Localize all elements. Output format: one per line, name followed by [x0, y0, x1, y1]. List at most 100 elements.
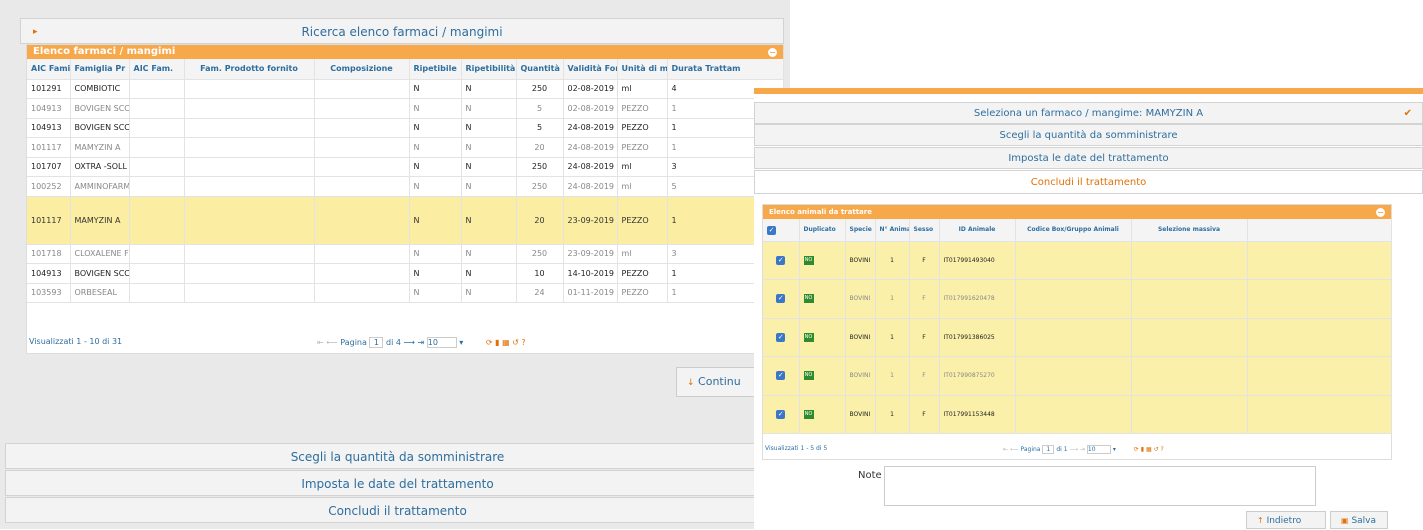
next-page-icon[interactable]: ⟶	[403, 338, 414, 347]
cell-aic: 104913	[27, 118, 71, 138]
row-checkbox[interactable]: ✓	[763, 241, 800, 280]
pager: ⇤ ⟵ Pagina 1 di 4 ⟶ ⇥ 10 ▾ ⟳ ▮ ▦ ↺ ?	[317, 337, 526, 348]
grid-icon[interactable]: ▦	[1146, 446, 1152, 453]
table-row[interactable]: 101117 MAMYZIN A N N 20 23-09-2019 PEZZO 1	[27, 196, 784, 245]
table-row[interactable]: 104913 BOVIGEN SCC N N 5 24-08-2019 PEZZO 1	[27, 118, 784, 138]
col-header[interactable]: Validità For	[563, 59, 618, 80]
table-row[interactable]: ✓ NO BOVINI 1 F IT017991153448	[763, 395, 1392, 434]
table-row[interactable]: ✓ NO BOVINI 1 F IT017991620478	[763, 279, 1392, 319]
cell-species: BOVINI	[845, 395, 876, 434]
right-dates-header[interactable]: Imposta le date del trattamento	[754, 147, 1423, 169]
table-row[interactable]: 100252 AMMINOFARM N N 250 24-08-2019 ml 5	[27, 176, 784, 197]
cell-rip: N	[409, 283, 462, 303]
collapse-icon[interactable]: −	[768, 48, 777, 57]
reset-icon[interactable]: ↺	[512, 338, 519, 347]
cell-val: 24-08-2019	[563, 137, 618, 158]
right-end-header[interactable]: Concludi il trattamento	[754, 170, 1423, 194]
col-header[interactable]: Composizione	[314, 59, 410, 80]
prev-page-icon[interactable]: ⟵	[1010, 446, 1019, 453]
table-row[interactable]: 101291 COMBIOTIC N N 250 02-08-2019 ml 4	[27, 79, 784, 99]
col-header[interactable]: AIC Fam.	[129, 59, 185, 80]
row-checkbox[interactable]: ✓	[763, 356, 800, 396]
table-row[interactable]: ✓ NO BOVINI 1 F IT017990875270	[763, 356, 1392, 396]
qty-accordion-header[interactable]: Scegli la quantità da somministrare	[5, 443, 790, 469]
page-input[interactable]: 1	[1042, 445, 1055, 454]
refresh-icon[interactable]: ⟳	[486, 338, 493, 347]
cell-empty	[314, 118, 410, 138]
animals-panel-title-label: Elenco animali da trattare	[769, 208, 872, 216]
cell-empty	[129, 157, 185, 177]
table-row[interactable]: ✓ NO BOVINI 1 F IT017991386025	[763, 318, 1392, 357]
chevron-down-icon: ▾	[459, 338, 464, 347]
col-header[interactable]: AIC Famiglia	[27, 59, 71, 80]
col-header[interactable]: Ripetibile	[409, 59, 462, 80]
first-page-icon[interactable]: ⇤	[317, 338, 324, 347]
collapse-icon[interactable]: −	[1376, 208, 1385, 217]
table-row[interactable]: 104913 BOVIGEN SCC N N 10 14-10-2019 PEZZO 1	[27, 263, 784, 284]
cell-massive	[1131, 318, 1248, 357]
dates-accordion-header[interactable]: Imposta le date del trattamento	[5, 470, 790, 496]
cell-box	[1015, 356, 1132, 396]
cell-val: 23-09-2019	[563, 244, 618, 264]
first-page-icon[interactable]: ⇤	[1003, 446, 1008, 453]
cell-fam: COMBIOTIC	[70, 79, 130, 99]
back-button[interactable]: ↑ Indietro	[1246, 511, 1326, 529]
table-row[interactable]: 101707 OXTRA -SOLL N N 250 24-08-2019 ml 3	[27, 157, 784, 177]
col-header[interactable]: Sesso	[909, 219, 940, 242]
col-header[interactable]: ID Animale	[939, 219, 1016, 242]
cell-sex: F	[909, 241, 940, 280]
help-icon[interactable]: ?	[1161, 446, 1164, 453]
prev-page-icon[interactable]: ⟵	[326, 338, 337, 347]
cell-unit: ml	[617, 244, 668, 264]
col-header[interactable]: Famiglia Pr	[70, 59, 130, 80]
note-textarea[interactable]	[884, 466, 1316, 506]
next-page-icon[interactable]: ⟶	[1069, 446, 1078, 453]
cell-qty: 20	[516, 196, 564, 245]
page-size-select[interactable]: 10	[1086, 445, 1111, 454]
end-accordion-header[interactable]: Concludi il trattamento	[5, 497, 790, 523]
col-header[interactable]: N° Anima	[875, 219, 910, 242]
col-header[interactable]: Duplicato	[799, 219, 846, 242]
last-page-icon[interactable]: ⇥	[418, 338, 425, 347]
col-header[interactable]: Fam. Prodotto fornito	[184, 59, 315, 80]
page-size-select[interactable]: 10	[426, 337, 457, 348]
table-row[interactable]: 103593 ORBESEAL N N 24 01-11-2019 PEZZO 1	[27, 283, 784, 303]
help-icon[interactable]: ?	[521, 338, 525, 347]
cell-qty: 5	[516, 98, 564, 119]
table-row[interactable]: ✓ NO BOVINI 1 F IT017991493040	[763, 241, 1392, 280]
grid-icon[interactable]: ▦	[502, 338, 510, 347]
panel-title-label: Elenco farmaci / mangimi	[33, 46, 176, 57]
row-checkbox[interactable]: ✓	[763, 318, 800, 357]
cell-empty	[314, 79, 410, 99]
col-header[interactable]: Codice Box/Gruppo Animali	[1015, 219, 1132, 242]
cell-empty	[129, 137, 185, 158]
cell-fam: MAMYZIN A	[70, 137, 130, 158]
select-all-checkbox[interactable]: ✓	[763, 219, 800, 242]
col-header[interactable]: Durata Trattam	[667, 59, 784, 80]
page-input[interactable]: 1	[369, 337, 384, 348]
table-row[interactable]: 104913 BOVIGEN SCC N N 5 02-08-2019 PEZZO 1	[27, 98, 784, 119]
row-checkbox[interactable]: ✓	[763, 395, 800, 434]
col-header[interactable]: Unità di mis	[617, 59, 668, 80]
save-button[interactable]: ▣ Salva	[1330, 511, 1388, 529]
last-page-icon[interactable]: ⇥	[1080, 446, 1085, 453]
col-header[interactable]: Specie	[845, 219, 876, 242]
cell-id: IT017991493040	[939, 241, 1016, 280]
cell-rip: N	[409, 98, 462, 119]
right-qty-header[interactable]: Scegli la quantità da somministrare	[754, 124, 1423, 146]
cell-empty	[184, 263, 315, 284]
columns-icon[interactable]: ▮	[1141, 446, 1144, 453]
search-accordion-header[interactable]: ▸ Ricerca elenco farmaci / mangimi	[20, 18, 784, 44]
columns-icon[interactable]: ▮	[495, 338, 499, 347]
select-drug-header[interactable]: Seleziona un farmaco / mangime: MAMYZIN …	[754, 102, 1423, 124]
cell-species: BOVINI	[845, 318, 876, 357]
col-header[interactable]: Selezione massiva	[1131, 219, 1248, 242]
refresh-icon[interactable]: ⟳	[1134, 446, 1139, 453]
cell-empty	[184, 98, 315, 119]
table-row[interactable]: 101117 MAMYZIN A N N 20 24-08-2019 PEZZO 1	[27, 137, 784, 158]
col-header[interactable]: Ripetibilità	[461, 59, 517, 80]
reset-icon[interactable]: ↺	[1154, 446, 1159, 453]
row-checkbox[interactable]: ✓	[763, 279, 800, 319]
col-header[interactable]: Quantità pr	[516, 59, 564, 80]
table-row[interactable]: 101718 CLOXALENE F N N 250 23-09-2019 ml 3	[27, 244, 784, 264]
